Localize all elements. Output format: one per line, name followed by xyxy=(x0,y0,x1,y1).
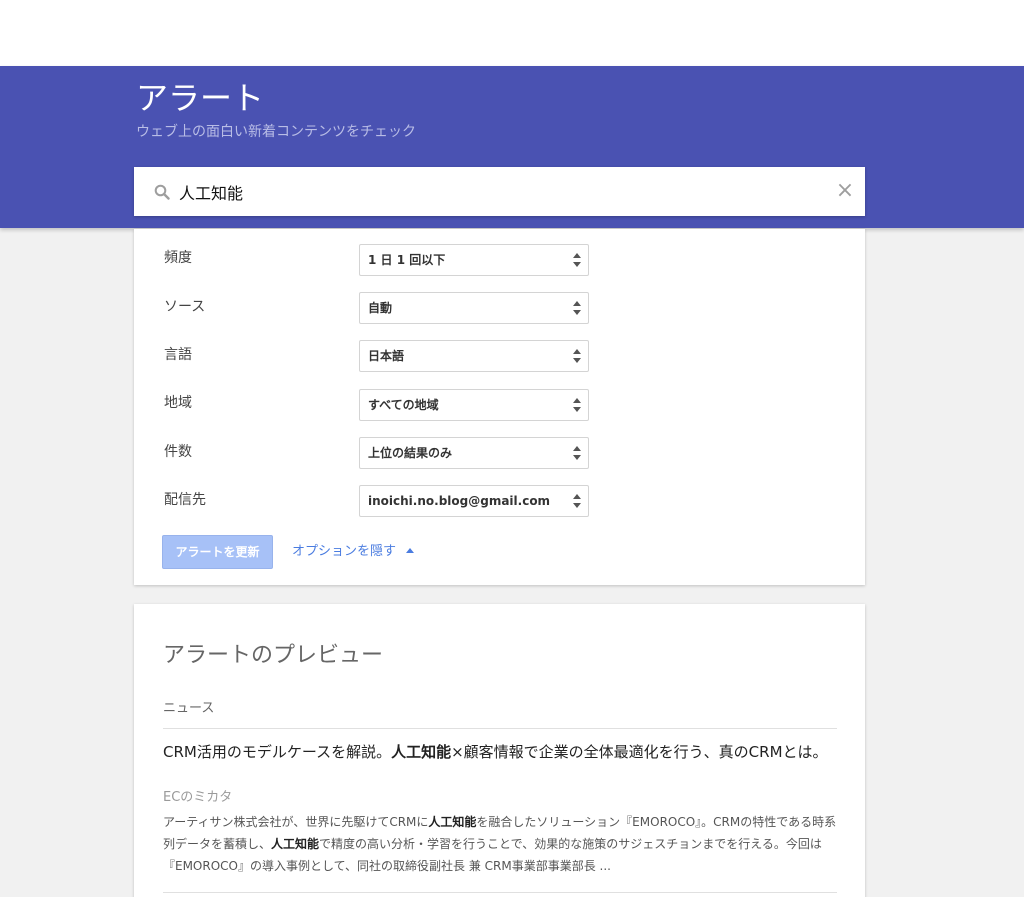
deliver-to-label: 配信先 xyxy=(164,492,206,508)
news-title-text: ×顧客情報で企業の全体最適化を行う、真のCRMとは。 xyxy=(451,743,828,761)
frequency-value: 1 日 1 回以下 xyxy=(368,253,446,267)
news-item-source: ECのミカタ xyxy=(163,790,233,805)
news-title-highlight: 人工知能 xyxy=(391,743,452,761)
count-label: 件数 xyxy=(164,444,192,460)
count-value: 上位の結果のみ xyxy=(368,446,453,460)
news-item-snippet: アーティサン株式会社が、世界に先駆けてCRMに人工知能を融合したソリューション『… xyxy=(163,811,837,877)
language-label: 言語 xyxy=(164,347,192,363)
close-icon[interactable]: × xyxy=(835,180,855,202)
frequency-label: 頻度 xyxy=(164,250,192,266)
preview-title: アラートのプレビュー xyxy=(163,643,384,668)
news-title-text: CRM活用のモデルケースを解説。 xyxy=(163,743,392,761)
sort-arrows-icon xyxy=(573,253,581,267)
alert-options-panel: 頻度 1 日 1 回以下 ソース 自動 言語 日本語 地域 すべての地域 件数 … xyxy=(134,229,865,585)
page-title: アラート xyxy=(136,79,265,117)
search-input[interactable] xyxy=(179,178,819,206)
top-whitespace xyxy=(0,0,1024,66)
sort-arrows-icon xyxy=(573,301,581,315)
region-label: 地域 xyxy=(164,395,192,411)
count-select[interactable]: 上位の結果のみ xyxy=(359,437,589,469)
update-alert-button[interactable]: アラートを更新 xyxy=(162,535,273,569)
deliver-to-select[interactable]: inoichi.no.blog@gmail.com xyxy=(359,485,589,517)
page-subtitle: ウェブ上の面白い新着コンテンツをチェック xyxy=(136,124,416,140)
sort-arrows-icon xyxy=(573,349,581,363)
divider xyxy=(163,728,837,729)
region-select[interactable]: すべての地域 xyxy=(359,389,589,421)
source-value: 自動 xyxy=(368,301,393,315)
source-select[interactable]: 自動 xyxy=(359,292,589,324)
sort-arrows-icon xyxy=(573,398,581,412)
snippet-highlight: 人工知能 xyxy=(428,815,477,829)
alert-preview-panel: アラートのプレビュー ニュース CRM活用のモデルケースを解説。人工知能×顧客情… xyxy=(134,604,865,897)
language-select[interactable]: 日本語 xyxy=(359,340,589,372)
sort-arrows-icon xyxy=(573,494,581,508)
caret-up-icon xyxy=(406,548,415,553)
sort-arrows-icon xyxy=(573,446,581,460)
search-bar: × xyxy=(134,167,865,216)
source-label: ソース xyxy=(164,299,206,315)
news-section-label: ニュース xyxy=(163,701,215,716)
news-item-title[interactable]: CRM活用のモデルケースを解説。人工知能×顧客情報で企業の全体最適化を行う、真の… xyxy=(163,741,837,763)
snippet-text: アーティサン株式会社が、世界に先駆けてCRMに xyxy=(163,815,429,829)
search-icon xyxy=(154,184,170,200)
language-value: 日本語 xyxy=(368,349,405,363)
snippet-highlight: 人工知能 xyxy=(271,837,320,851)
frequency-select[interactable]: 1 日 1 回以下 xyxy=(359,244,589,276)
region-value: すべての地域 xyxy=(368,398,439,412)
deliver-to-value: inoichi.no.blog@gmail.com xyxy=(368,494,551,508)
hide-options-link[interactable]: オプションを隠す xyxy=(292,543,415,561)
divider xyxy=(163,892,837,893)
hide-options-label: オプションを隠す xyxy=(292,544,397,559)
